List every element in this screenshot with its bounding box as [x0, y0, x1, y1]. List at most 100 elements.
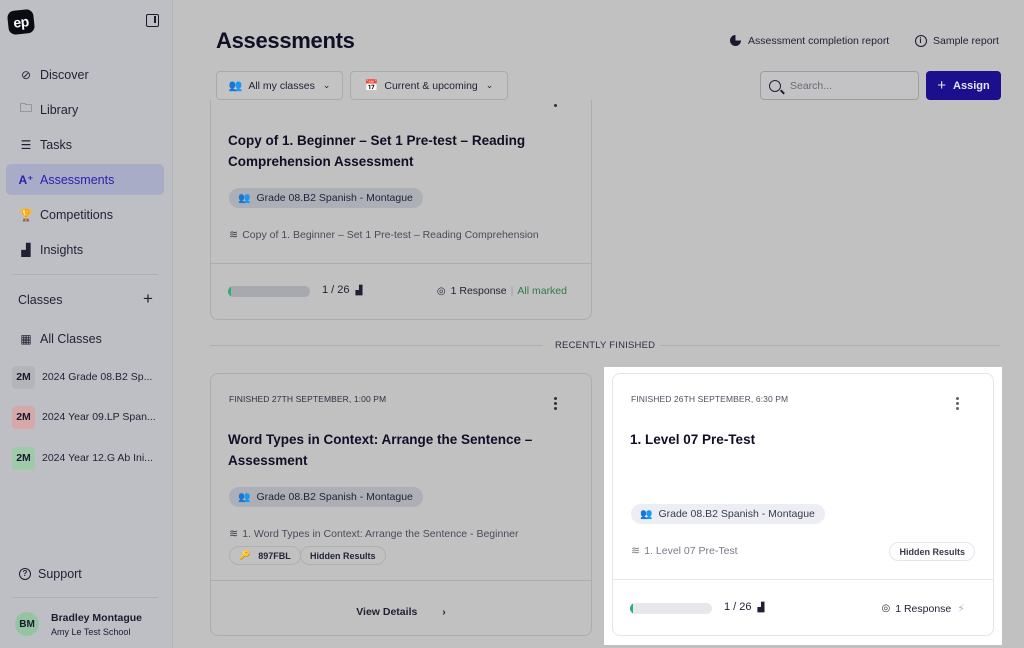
hidden-results-pill: Hidden Results	[889, 542, 975, 561]
nav-label: Discover	[40, 67, 89, 82]
chevron-down-icon: ⌄	[322, 80, 331, 90]
join-code: 897FBL	[258, 550, 291, 561]
add-class-button[interactable]: +	[143, 290, 153, 307]
link-label: Sample report	[933, 34, 999, 47]
card-divider	[613, 579, 993, 580]
progress-fill	[228, 286, 232, 297]
completion-count[interactable]: 1 / 26 ▟	[724, 601, 764, 613]
join-code-pill[interactable]: 🔑 897FBL	[229, 546, 301, 565]
completion-count[interactable]: 1 / 26 ▟	[322, 284, 362, 296]
assessment-card[interactable]: FINISHED 27TH SEPTEMBER, 1:00 PM Word Ty…	[210, 373, 592, 636]
bar-chart-icon: ▟	[757, 601, 765, 612]
nav-label: Tasks	[40, 137, 72, 152]
sidebar-item-support[interactable]: ? Support	[6, 558, 164, 589]
section-label: RECENTLY FINISHED	[555, 340, 656, 351]
sidebar-item-all-classes[interactable]: ▦ All Classes	[6, 323, 164, 354]
user-avatar[interactable]: BM	[15, 612, 39, 636]
filter-label: Current & upcoming	[384, 79, 478, 92]
class-avatar: 2M	[12, 365, 35, 389]
grid-icon: ▦	[20, 331, 32, 346]
progress-bar	[228, 286, 310, 297]
nav-label: Library	[40, 102, 79, 117]
source-activity: ≋ Copy of 1. Beginner – Set 1 Pre-test –…	[229, 228, 539, 242]
pie-chart-icon	[729, 34, 742, 47]
sidebar: ep ⊘ Discover 🗀 Library ☰ Tasks A⁺ Asses…	[0, 0, 173, 648]
nav-label: Insights	[40, 242, 84, 257]
source-label: 1. Level 07 Pre-Test	[644, 544, 738, 557]
responses-label: 1 Response	[895, 602, 952, 615]
class-name: 2024 Grade 08.B2 Sp...	[42, 371, 153, 383]
source-activity: ≋ 1. Word Types in Context: Arrange the …	[229, 527, 519, 541]
nav-label: Assessments	[40, 172, 115, 187]
class-item[interactable]: 2M 2024 Grade 08.B2 Sp...	[12, 365, 152, 389]
source-activity: ≋ 1. Level 07 Pre-Test	[631, 544, 738, 558]
comment-icon: ◎	[881, 603, 891, 614]
page-title: Assessments	[216, 28, 355, 53]
more-options-icon[interactable]	[554, 397, 557, 410]
sidebar-item-library[interactable]: 🗀 Library	[6, 94, 164, 125]
view-details-button[interactable]: View Details ›	[211, 606, 591, 618]
more-options-icon[interactable]	[554, 104, 557, 107]
assign-label: Assign	[953, 79, 990, 92]
source-label: 1. Word Types in Context: Arrange the Se…	[242, 527, 519, 540]
assessment-card-highlighted[interactable]: FINISHED 26TH SEPTEMBER, 6:30 PM 1. Leve…	[612, 373, 994, 636]
card-divider	[211, 263, 591, 264]
bolt-icon: ⚡	[957, 603, 965, 615]
progress-bar	[630, 603, 712, 614]
folder-icon: 🗀	[19, 101, 32, 115]
assessment-completion-report-link[interactable]: Assessment completion report	[729, 34, 889, 47]
class-chip: 👥 Grade 08.B2 Spanish - Montague	[631, 504, 825, 524]
sample-report-link[interactable]: i Sample report	[914, 34, 999, 47]
source-label: Copy of 1. Beginner – Set 1 Pre-test – R…	[242, 228, 539, 241]
card-title[interactable]: Copy of 1. Beginner – Set 1 Pre-test – R…	[228, 130, 568, 172]
sidebar-item-insights[interactable]: ▟ Insights	[6, 234, 164, 265]
class-avatar: 2M	[12, 405, 35, 429]
chevron-right-icon: ›	[442, 606, 446, 618]
group-icon: 👥	[238, 192, 251, 204]
date-filter-dropdown[interactable]: 📅 Current & upcoming ⌄	[350, 71, 508, 100]
trophy-icon: 🏆	[18, 207, 34, 222]
nav-label: All Classes	[40, 331, 102, 346]
nav-label: Support	[38, 566, 82, 581]
user-name: Bradley Montague	[51, 612, 143, 624]
assign-button[interactable]: + Assign	[926, 71, 1001, 100]
responses-status[interactable]: ◎ 1 Response | All marked	[437, 285, 567, 297]
card-title[interactable]: Word Types in Context: Arrange the Sente…	[228, 429, 568, 471]
sidebar-divider	[12, 274, 158, 275]
separator: |	[510, 285, 514, 297]
collapse-sidebar-icon[interactable]	[146, 14, 159, 27]
comment-icon: ◎	[436, 285, 446, 297]
class-item[interactable]: 2M 2024 Year 12.G Ab Ini...	[12, 446, 153, 470]
view-details-label: View Details	[356, 606, 418, 618]
sidebar-item-discover[interactable]: ⊘ Discover	[6, 59, 164, 90]
class-filter-dropdown[interactable]: 👥 All my classes ⌄	[216, 71, 343, 100]
app-logo[interactable]: ep	[6, 8, 36, 36]
link-label: Assessment completion report	[748, 34, 890, 47]
sidebar-item-competitions[interactable]: 🏆 Competitions	[6, 199, 164, 230]
progress-fill	[630, 603, 634, 614]
filter-label: All my classes	[248, 79, 315, 92]
class-item[interactable]: 2M 2024 Year 09.LP Span...	[12, 405, 156, 429]
class-chip: 👥 Grade 08.B2 Spanish - Montague	[229, 188, 423, 208]
help-icon: ?	[19, 567, 31, 580]
plus-icon: +	[937, 77, 947, 94]
group-icon: 👥	[228, 80, 243, 92]
more-options-icon[interactable]	[956, 397, 959, 410]
sidebar-item-tasks[interactable]: ☰ Tasks	[6, 129, 164, 160]
group-icon: 👥	[238, 491, 251, 503]
chip-label: Grade 08.B2 Spanish - Montague	[658, 508, 815, 520]
sidebar-item-assessments[interactable]: A⁺ Assessments	[6, 164, 164, 195]
class-name: 2024 Year 12.G Ab Ini...	[42, 452, 153, 464]
group-icon: 👥	[640, 508, 653, 520]
layers-icon: ≋	[229, 229, 239, 241]
class-avatar: 2M	[12, 446, 35, 470]
card-divider	[211, 580, 591, 581]
card-title[interactable]: 1. Level 07 Pre-Test	[630, 429, 970, 450]
search-icon	[769, 79, 781, 92]
marked-status: All marked	[517, 285, 567, 297]
assessment-card[interactable]: Copy of 1. Beginner – Set 1 Pre-test – R…	[210, 100, 592, 320]
class-chip: 👥 Grade 08.B2 Spanish - Montague	[229, 487, 423, 507]
calendar-icon: 📅	[364, 80, 379, 92]
responses-status[interactable]: ◎ 1 Response ⚡	[881, 602, 965, 616]
search-input[interactable]	[790, 79, 900, 92]
